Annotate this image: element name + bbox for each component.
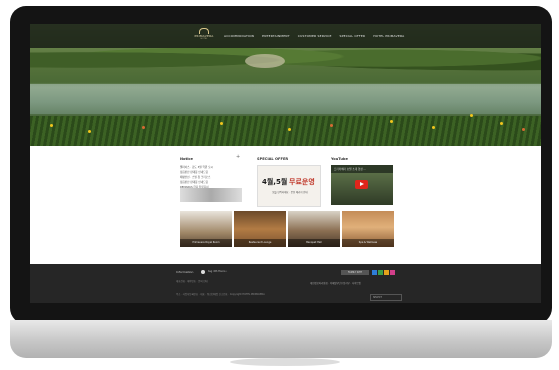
footer-info-label: Information [176,270,194,274]
site-select-dropdown[interactable]: SELECT [370,294,402,301]
room-thumbnail[interactable]: Restaurant Lounge [234,211,286,247]
social-icon-yellow[interactable] [384,270,389,275]
menu-item-accommodation[interactable]: ACCOMMODATION [224,34,254,38]
monitor-stand [230,358,340,366]
thumbnail-label: Restaurant Lounge [234,239,286,247]
room-thumbnail[interactable]: Spa & Wellness [342,211,394,247]
notice-title: Notice [180,157,193,161]
video-caption: 프리마베라 호텔 소개 영상 ... [334,168,367,171]
offer-headline: 4월,5월 [262,178,288,186]
notice-more-button[interactable]: + [236,154,240,160]
footer-policy-links[interactable]: 개인정보처리방침 · 이메일무단수집거부 · 사이트맵 [310,281,361,285]
main-menu: ACCOMMODATION ENTERTAINMENT CUSTOMER SER… [224,34,404,38]
footer: Information tag 4th floors › 대표전화 · 예약번호… [30,264,541,303]
menu-item-special-offer[interactable]: SPECIAL OFFER [340,34,366,38]
play-icon[interactable] [355,180,368,189]
social-icon-blue[interactable] [372,270,377,275]
room-thumbnails: Primavera Royal Room Restaurant Lounge B… [180,211,394,247]
offer-headline-red: 무료운영 [289,178,315,186]
room-thumbnail[interactable]: Banquet Hall [288,211,340,247]
social-icon-green[interactable] [378,270,383,275]
footer-contact: 대표전화 · 예약번호 · 문의 안내 [176,280,208,283]
youtube-title: YouTube [331,157,348,161]
video-thumbnail [331,173,393,205]
social-icon-pink[interactable] [390,270,395,275]
menu-item-customer-service[interactable]: CUSTOMER SERVICE [298,34,332,38]
family-site-button[interactable]: FAMILY SITE [341,270,369,275]
offer-subtext: 봄을 만끽하세요 · 온천 패키지 안내 [272,191,308,194]
thumbnail-label: Primavera Royal Room [180,239,232,247]
monitor-frame: PRIMAVERA HOTEL ACCOMMODATION ENTERTAINM… [10,6,552,324]
logo-sub: HOTEL [200,38,208,40]
menu-item-hotel[interactable]: HOTEL PRIMAVERA [373,34,404,38]
browser-screen: PRIMAVERA HOTEL ACCOMMODATION ENTERTAINM… [30,24,541,303]
footer-address: 주소 · 사업자등록번호 · 대표 · 통신판매업 신고번호 · Copyrig… [176,293,265,296]
menu-item-entertainment[interactable]: ENTERTAINMENT [262,34,290,38]
youtube-video-player[interactable]: 프리마베라 호텔 소개 영상 ... [331,165,393,205]
notice-list: 웰라이스 · 김도 3월 학원 오시 정읍판산 판대봉 안내드림 폐평안선 · … [180,165,213,190]
room-thumbnail[interactable]: Primavera Royal Room [180,211,232,247]
monitor-chin [10,320,552,358]
notice-banner[interactable] [180,188,242,202]
thumbnail-label: Spa & Wellness [342,239,394,247]
special-offer-banner[interactable]: 4월,5월 무료운영 봄을 만끽하세요 · 온천 패키지 안내 [257,165,321,207]
hotel-logo[interactable]: PRIMAVERA HOTEL [190,28,218,44]
info-icon [201,270,205,274]
top-navigation: PRIMAVERA HOTEL ACCOMMODATION ENTERTAINM… [30,24,541,48]
thumbnail-label: Banquet Hall [288,239,340,247]
special-offer-title: SPECIAL OFFER [257,157,289,161]
footer-info-sub[interactable]: tag 4th floors › [208,270,227,273]
